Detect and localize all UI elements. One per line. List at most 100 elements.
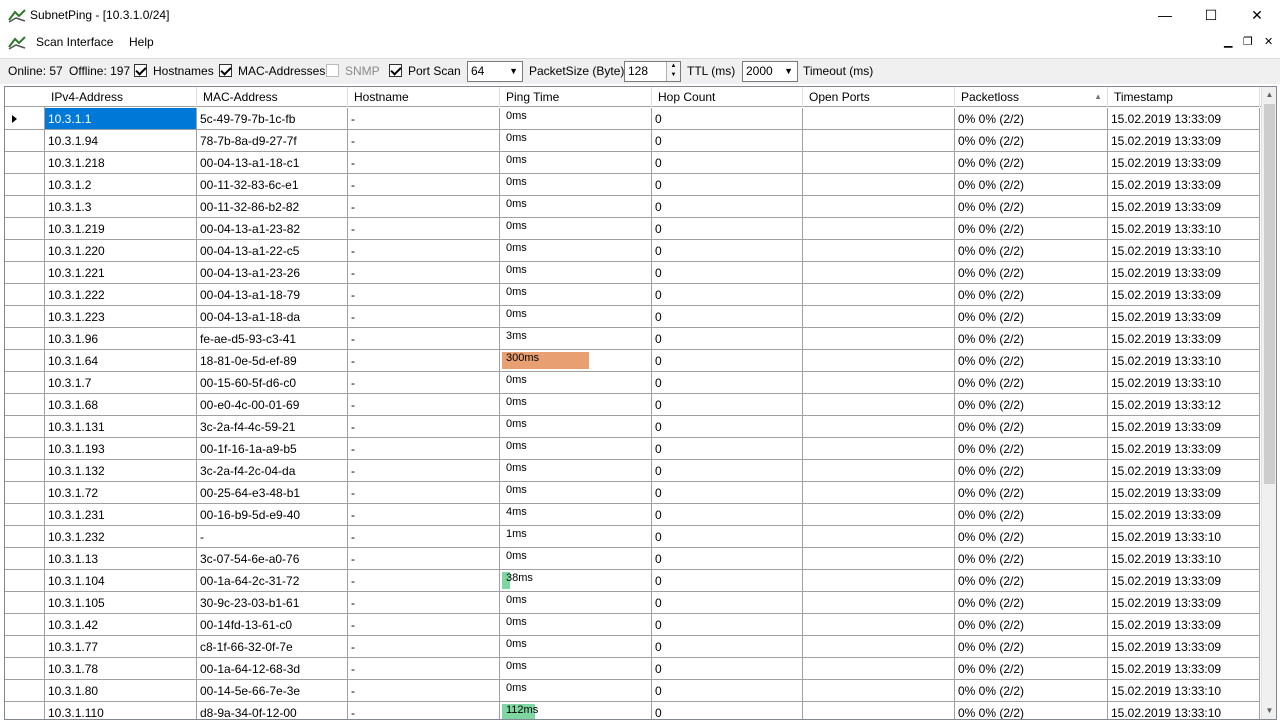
mdi-restore-button[interactable]: ❐ [1243, 35, 1253, 48]
cell-timestamp[interactable]: 15.02.2019 13:33:09 [1108, 130, 1260, 152]
column-header-open-ports[interactable]: Open Ports [803, 87, 955, 107]
cell-packetloss[interactable]: 0% 0% (2/2) [955, 372, 1108, 394]
cell-packetloss[interactable]: 0% 0% (2/2) [955, 240, 1108, 262]
cell-hop-count[interactable]: 0 [652, 130, 803, 152]
cell-mac[interactable]: 00-1f-16-1a-a9-b5 [197, 438, 348, 460]
cell-open-ports[interactable] [803, 394, 955, 416]
cell-hostname[interactable]: - [348, 284, 500, 306]
table-row[interactable]: 10.3.1.80 00-14-5e-66-7e-3e - 0ms 0 0% 0% (2/… [5, 680, 1263, 702]
cell-ipv4[interactable]: 10.3.1.218 [45, 152, 197, 174]
cell-ipv4[interactable]: 10.3.1.94 [45, 130, 197, 152]
table-row[interactable]: 10.3.1.94 78-7b-8a-d9-27-7f - 0ms 0 0% 0% (2/… [5, 130, 1263, 152]
cell-ipv4[interactable]: 10.3.1.1 [45, 108, 197, 130]
cell-mac[interactable]: 00-11-32-83-6c-e1 [197, 174, 348, 196]
cell-ipv4[interactable]: 10.3.1.105 [45, 592, 197, 614]
row-header[interactable] [5, 196, 45, 218]
cell-ping-time[interactable]: 0ms [500, 152, 652, 174]
cell-hostname[interactable]: - [348, 108, 500, 130]
table-row[interactable]: 10.3.1.42 00-14fd-13-61-c0 - 0ms 0 0% 0% (2/2… [5, 614, 1263, 636]
table-row[interactable]: 10.3.1.7 00-15-60-5f-d6-c0 - 0ms 0 0% 0% (2/2… [5, 372, 1263, 394]
cell-timestamp[interactable]: 15.02.2019 13:33:09 [1108, 152, 1260, 174]
cell-open-ports[interactable] [803, 636, 955, 658]
cell-packetloss[interactable]: 0% 0% (2/2) [955, 614, 1108, 636]
cell-ping-time[interactable]: 0ms [500, 108, 652, 130]
cell-ping-time[interactable]: 0ms [500, 218, 652, 240]
cell-hop-count[interactable]: 0 [652, 504, 803, 526]
cell-ping-time[interactable]: 0ms [500, 460, 652, 482]
table-row[interactable]: 10.3.1.72 00-25-64-e3-48-b1 - 0ms 0 0% 0% (2/… [5, 482, 1263, 504]
cell-timestamp[interactable]: 15.02.2019 13:33:10 [1108, 680, 1260, 702]
cell-open-ports[interactable] [803, 174, 955, 196]
cell-hop-count[interactable]: 0 [652, 702, 803, 719]
cell-hop-count[interactable]: 0 [652, 570, 803, 592]
cell-mac[interactable]: 00-14fd-13-61-c0 [197, 614, 348, 636]
table-row[interactable]: 10.3.1.3 00-11-32-86-b2-82 - 0ms 0 0% 0% (2/2… [5, 196, 1263, 218]
cell-open-ports[interactable] [803, 130, 955, 152]
vertical-scrollbar[interactable]: ▲ ▼ [1261, 87, 1276, 719]
cell-timestamp[interactable]: 15.02.2019 13:33:09 [1108, 438, 1260, 460]
cell-packetloss[interactable]: 0% 0% (2/2) [955, 460, 1108, 482]
cell-timestamp[interactable]: 15.02.2019 13:33:09 [1108, 306, 1260, 328]
cell-ping-time[interactable]: 0ms [500, 262, 652, 284]
cell-hop-count[interactable]: 0 [652, 526, 803, 548]
row-header[interactable] [5, 438, 45, 460]
cell-timestamp[interactable]: 15.02.2019 13:33:10 [1108, 548, 1260, 570]
cell-ipv4[interactable]: 10.3.1.221 [45, 262, 197, 284]
cell-ping-time[interactable]: 300ms [500, 350, 652, 372]
close-button[interactable]: ✕ [1234, 0, 1280, 30]
cell-hostname[interactable]: - [348, 306, 500, 328]
cell-open-ports[interactable] [803, 592, 955, 614]
cell-hop-count[interactable]: 0 [652, 218, 803, 240]
cell-ping-time[interactable]: 0ms [500, 196, 652, 218]
table-row[interactable]: 10.3.1.1 5c-49-79-7b-1c-fb - 0ms 0 0% 0% (2/2… [5, 108, 1263, 130]
cell-packetloss[interactable]: 0% 0% (2/2) [955, 328, 1108, 350]
cell-open-ports[interactable] [803, 680, 955, 702]
cell-ipv4[interactable]: 10.3.1.104 [45, 570, 197, 592]
cell-packetloss[interactable]: 0% 0% (2/2) [955, 262, 1108, 284]
cell-hostname[interactable]: - [348, 218, 500, 240]
cell-ipv4[interactable]: 10.3.1.220 [45, 240, 197, 262]
cell-ipv4[interactable]: 10.3.1.231 [45, 504, 197, 526]
cell-timestamp[interactable]: 15.02.2019 13:33:09 [1108, 636, 1260, 658]
cell-open-ports[interactable] [803, 306, 955, 328]
cell-ping-time[interactable]: 0ms [500, 482, 652, 504]
scroll-up-icon[interactable]: ▲ [1262, 87, 1276, 103]
row-header[interactable] [5, 680, 45, 702]
row-header[interactable] [5, 570, 45, 592]
cell-ipv4[interactable]: 10.3.1.131 [45, 416, 197, 438]
cell-packetloss[interactable]: 0% 0% (2/2) [955, 482, 1108, 504]
row-header[interactable] [5, 702, 45, 719]
cell-open-ports[interactable] [803, 218, 955, 240]
cell-mac[interactable]: 00-1a-64-12-68-3d [197, 658, 348, 680]
cell-packetloss[interactable]: 0% 0% (2/2) [955, 394, 1108, 416]
row-header[interactable] [5, 262, 45, 284]
cell-packetloss[interactable]: 0% 0% (2/2) [955, 284, 1108, 306]
row-header[interactable] [5, 614, 45, 636]
table-row[interactable]: 10.3.1.13 3c-07-54-6e-a0-76 - 0ms 0 0% 0% (2/… [5, 548, 1263, 570]
cell-mac[interactable]: 30-9c-23-03-b1-61 [197, 592, 348, 614]
cell-timestamp[interactable]: 15.02.2019 13:33:09 [1108, 328, 1260, 350]
cell-packetloss[interactable]: 0% 0% (2/2) [955, 592, 1108, 614]
cell-timestamp[interactable]: 15.02.2019 13:33:09 [1108, 262, 1260, 284]
cell-ping-time[interactable]: 1ms [500, 526, 652, 548]
cell-ipv4[interactable]: 10.3.1.72 [45, 482, 197, 504]
cell-open-ports[interactable] [803, 152, 955, 174]
cell-hop-count[interactable]: 0 [652, 328, 803, 350]
cell-open-ports[interactable] [803, 284, 955, 306]
cell-open-ports[interactable] [803, 196, 955, 218]
cell-mac[interactable]: d8-9a-34-0f-12-00 [197, 702, 348, 719]
results-grid[interactable]: IPv4-Address MAC-Address Hostname Ping T… [4, 86, 1277, 720]
cell-ipv4[interactable]: 10.3.1.3 [45, 196, 197, 218]
cell-hostname[interactable]: - [348, 394, 500, 416]
cell-packetloss[interactable]: 0% 0% (2/2) [955, 306, 1108, 328]
cell-ping-time[interactable]: 0ms [500, 658, 652, 680]
cell-ipv4[interactable]: 10.3.1.110 [45, 702, 197, 719]
row-header[interactable] [5, 526, 45, 548]
column-header-packetloss[interactable]: Packetloss ▲ [955, 87, 1108, 107]
cell-hop-count[interactable]: 0 [652, 614, 803, 636]
row-header[interactable] [5, 592, 45, 614]
menu-scan-interface[interactable]: Scan Interface [36, 35, 113, 49]
cell-hostname[interactable]: - [348, 548, 500, 570]
cell-open-ports[interactable] [803, 702, 955, 719]
cell-open-ports[interactable] [803, 614, 955, 636]
